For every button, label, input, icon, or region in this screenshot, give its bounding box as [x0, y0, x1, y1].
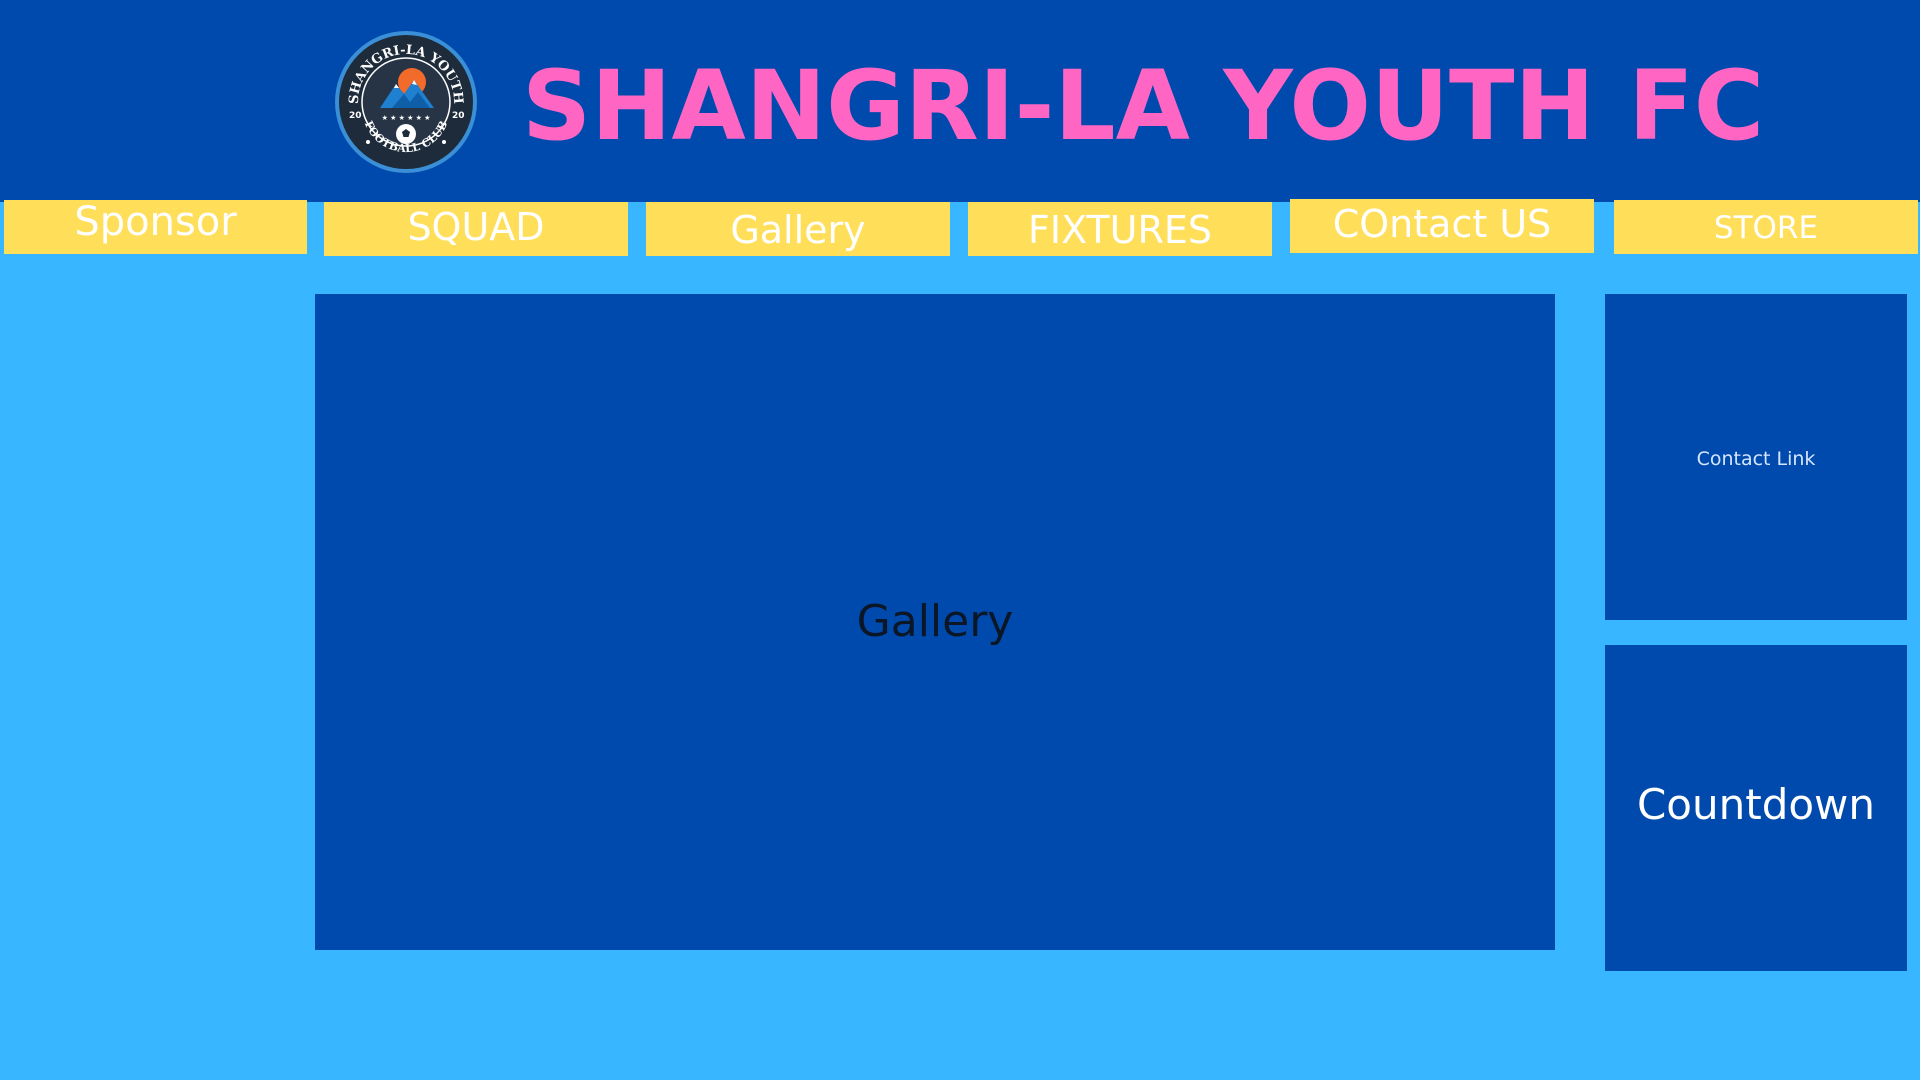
tab-store[interactable]: STORE	[1614, 200, 1918, 254]
club-crest-icon[interactable]: SHANGRI-LA YOUTH FOOTBALL CLUB 20 20 ★ ★…	[334, 30, 478, 174]
logo-year-left: 20	[349, 111, 362, 121]
tab-contact-us[interactable]: COntact US	[1290, 199, 1594, 253]
site-header: SHANGRI-LA YOUTH FOOTBALL CLUB 20 20 ★ ★…	[0, 0, 1920, 202]
tab-fixtures[interactable]: FIXTURES	[968, 202, 1272, 256]
tab-contact-us-label: COntact US	[1332, 202, 1552, 246]
page: SHANGRI-LA YOUTH FOOTBALL CLUB 20 20 ★ ★…	[0, 0, 1920, 1080]
gallery-label: Gallery	[856, 596, 1014, 647]
tab-gallery[interactable]: Gallery	[646, 202, 950, 256]
site-title: SHANGRI-LA YOUTH FC	[522, 50, 1765, 162]
tab-squad[interactable]: SQUAD	[324, 202, 628, 256]
contact-link-panel[interactable]: Contact Link	[1605, 294, 1907, 620]
svg-text:★ ★ ★ ★ ★ ★: ★ ★ ★ ★ ★ ★	[382, 114, 431, 122]
logo-year-right: 20	[452, 111, 465, 121]
tab-gallery-label: Gallery	[730, 208, 866, 252]
tab-squad-label: SQUAD	[407, 205, 545, 249]
tab-sponsor-label: Sponsor	[74, 199, 237, 245]
countdown-label: Countdown	[1636, 780, 1876, 829]
tab-store-label: STORE	[1713, 210, 1819, 246]
tab-fixtures-label: FIXTURES	[1028, 208, 1212, 252]
tab-sponsor[interactable]: Sponsor	[4, 200, 307, 254]
countdown-panel[interactable]: Countdown	[1605, 645, 1907, 971]
gallery-panel[interactable]: Gallery	[315, 294, 1555, 950]
contact-link-label: Contact Link	[1696, 448, 1816, 470]
